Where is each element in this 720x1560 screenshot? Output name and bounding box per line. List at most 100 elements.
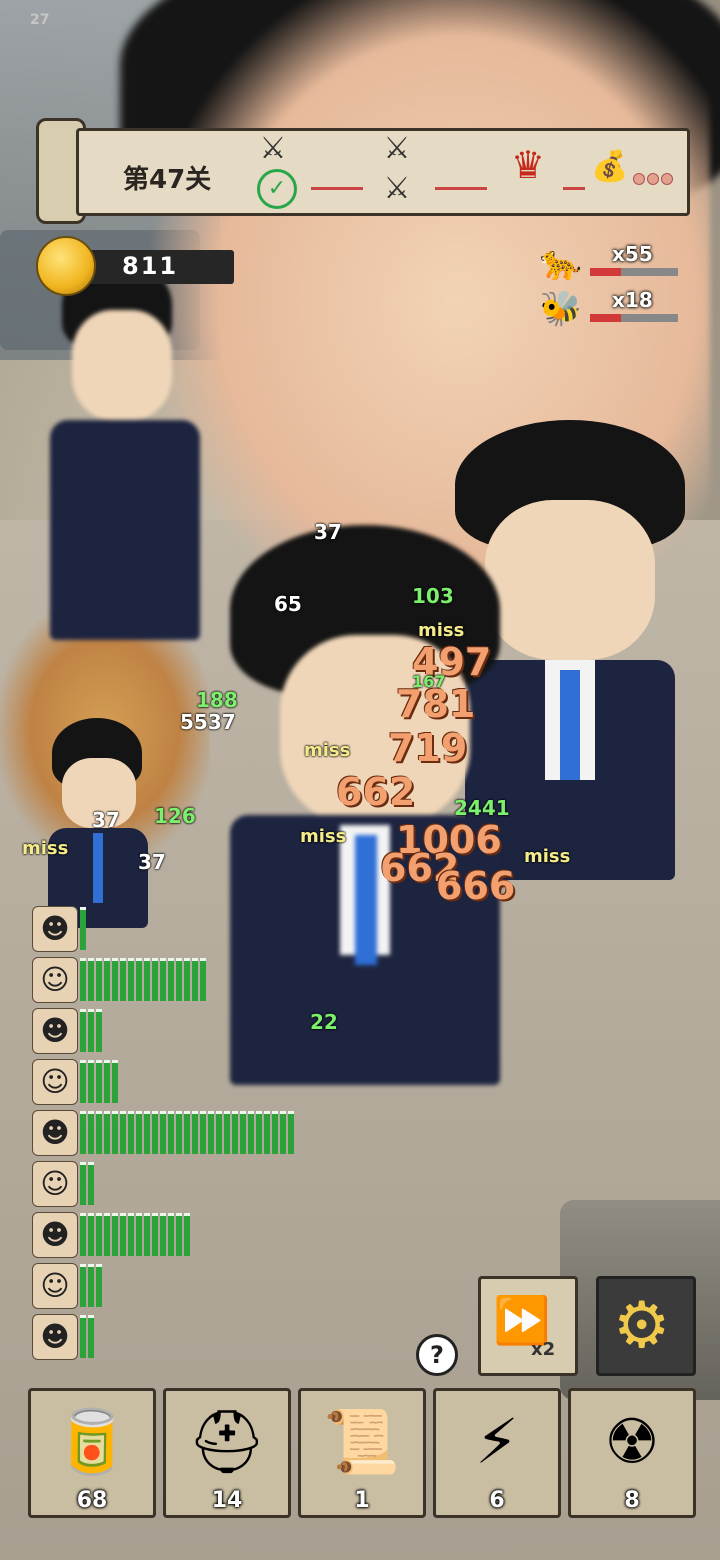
hp-segment: [80, 1264, 86, 1307]
hp-segment: [264, 1111, 270, 1154]
speed-x2-button[interactable]: ⏩ x2: [478, 1276, 578, 1376]
hero-white-hair-avatar: ☺: [32, 957, 78, 1003]
path-dash: [435, 187, 487, 190]
enemy-hp-fill: [590, 268, 621, 276]
reward-dot: [661, 173, 673, 185]
hp-segment: [80, 1162, 86, 1205]
battle-icon: ⚔: [383, 171, 411, 206]
hp-segment: [184, 1213, 190, 1256]
coin-value: 811: [122, 252, 179, 280]
damage-number: 167: [412, 672, 446, 691]
hero-row: ☻: [32, 906, 322, 952]
damage-number: miss: [418, 620, 465, 641]
hp-segment: [136, 1111, 142, 1154]
hp-segment: [120, 1111, 126, 1154]
item-count: 68: [76, 1488, 108, 1513]
item-lightning-charm[interactable]: ⚡ 6: [433, 1388, 561, 1518]
path-dash: [311, 187, 363, 190]
hp-segment: [104, 1060, 110, 1103]
enemy-count: x55: [612, 242, 653, 266]
hero-row: ☺: [32, 1059, 322, 1105]
reward-dot: [647, 173, 659, 185]
hero-row: ☻: [32, 1110, 322, 1156]
enemy-hp-fill: [590, 314, 621, 322]
hp-segment: [88, 1009, 94, 1052]
hp-segment: [200, 1111, 206, 1154]
hp-segment: [80, 1111, 86, 1154]
hero-hp-bars: [80, 1264, 102, 1307]
hero-row: ☻: [32, 1314, 322, 1360]
damage-number: 666: [436, 864, 516, 908]
hp-segment: [88, 1111, 94, 1154]
damage-number: 37: [138, 850, 166, 874]
hp-segment: [88, 1213, 94, 1256]
item-cola-can[interactable]: 🥫 68: [28, 1388, 156, 1518]
hp-segment: [272, 1111, 278, 1154]
hp-segment: [168, 1213, 174, 1256]
path-dash: [563, 187, 585, 190]
hp-segment: [192, 1111, 198, 1154]
hp-segment: [288, 1111, 294, 1154]
hero-row: ☻: [32, 1212, 322, 1258]
hp-segment: [120, 1213, 126, 1256]
enemy-hp-bar: [590, 268, 678, 276]
enemy-hp-bar: [590, 314, 678, 322]
hp-segment: [104, 958, 110, 1001]
hp-segment: [128, 958, 134, 1001]
money-bag-icon: 💰: [591, 149, 629, 184]
hp-segment: [80, 907, 86, 950]
stage-progress-banner: 第47关 ⚔ ✓ ⚔ ⚔ ♛ 💰: [36, 118, 690, 224]
level-label: 第47关: [123, 165, 212, 195]
hp-segment: [88, 958, 94, 1001]
hp-segment: [168, 958, 174, 1001]
hp-segment: [256, 1111, 262, 1154]
damage-number: 662: [336, 770, 416, 814]
hero-suit-man-avatar: ☻: [32, 1212, 78, 1258]
damage-number: 2441: [454, 796, 510, 820]
gear-icon: ⚙: [613, 1289, 671, 1363]
hp-segment: [144, 958, 150, 1001]
hp-segment: [112, 958, 118, 1001]
hp-segment: [144, 1111, 150, 1154]
coin-icon: [36, 236, 96, 296]
hero-hp-bars: [80, 958, 206, 1001]
item-nuke-bomb[interactable]: ☢ 8: [568, 1388, 696, 1518]
hp-segment: [184, 958, 190, 1001]
boss-icon: ♛: [511, 143, 546, 187]
leopard-icon: 🐆: [539, 243, 583, 283]
hp-segment: [88, 1060, 94, 1103]
hero-hp-bars: [80, 1111, 294, 1154]
cola-can-icon: 🥫: [53, 1405, 131, 1478]
hp-segment: [176, 1213, 182, 1256]
hp-segment: [232, 1111, 238, 1154]
hp-segment: [192, 958, 198, 1001]
hp-segment: [240, 1111, 246, 1154]
hp-segment: [152, 1111, 158, 1154]
nuke-bomb-icon: ☢: [604, 1405, 660, 1478]
hero-row: ☺: [32, 957, 322, 1003]
damage-number: 65: [274, 592, 302, 616]
settings-button[interactable]: ⚙: [596, 1276, 696, 1376]
hp-segment: [136, 958, 142, 1001]
hp-segment: [152, 1213, 158, 1256]
hp-segment: [88, 1264, 94, 1307]
hp-segment: [96, 1264, 102, 1307]
hp-segment: [80, 958, 86, 1001]
damage-number: miss: [22, 838, 69, 859]
enemy-count: x18: [612, 288, 653, 312]
damage-number: miss: [524, 846, 571, 867]
hero-hp-bars: [80, 1009, 102, 1052]
hero-hp-bars: [80, 1162, 94, 1205]
damage-number: 37: [314, 520, 342, 544]
item-first-aid-kit[interactable]: ⛑ 14: [163, 1388, 291, 1518]
hero-orange-hair-avatar: ☻: [32, 1110, 78, 1156]
corner-number: 27: [30, 12, 50, 28]
hp-segment: [112, 1111, 118, 1154]
item-count: 1: [354, 1488, 370, 1513]
item-scroll[interactable]: 📜 1: [298, 1388, 426, 1518]
coin-counter: 811: [36, 236, 234, 296]
item-count: 6: [489, 1488, 505, 1513]
help-button[interactable]: ?: [416, 1334, 458, 1376]
hp-segment: [96, 1009, 102, 1052]
hp-segment: [96, 1060, 102, 1103]
